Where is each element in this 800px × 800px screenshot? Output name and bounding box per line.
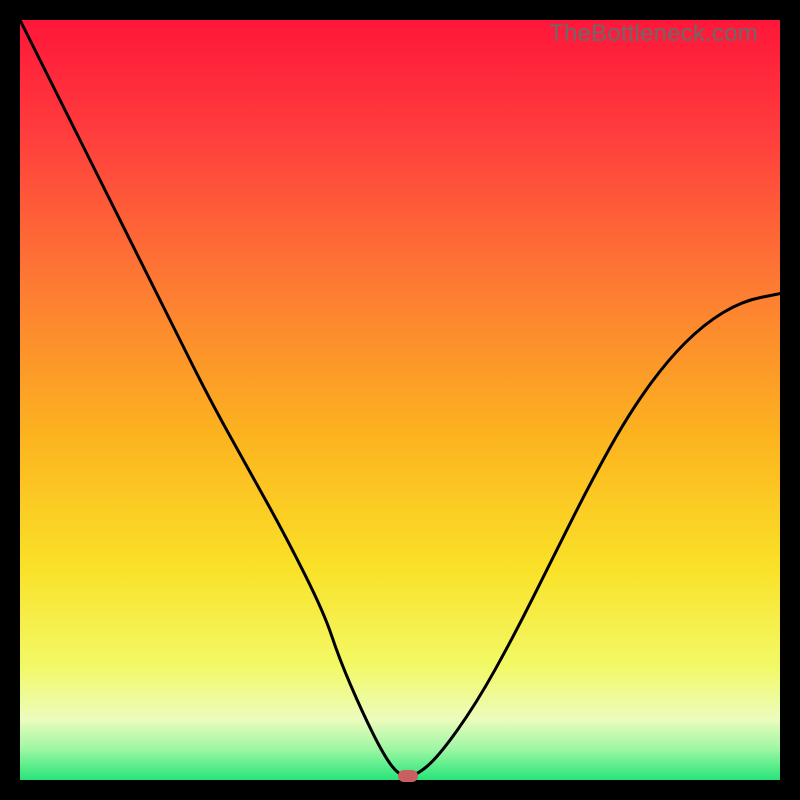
heat-background: [20, 20, 780, 780]
watermark-text: TheBottleneck.com: [549, 20, 758, 48]
bottleneck-chart: [20, 20, 780, 780]
optimal-marker: [398, 770, 418, 782]
chart-frame: TheBottleneck.com: [20, 20, 780, 780]
